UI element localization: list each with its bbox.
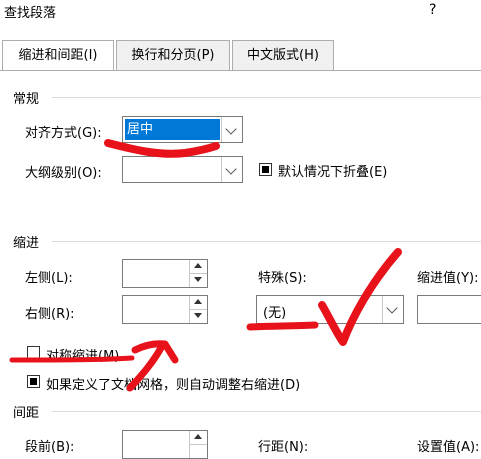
- special-indent-dropdown[interactable]: (无): [256, 295, 404, 324]
- spin-up-button[interactable]: [190, 296, 207, 310]
- chevron-down-icon: [225, 123, 237, 135]
- tab-indent-spacing[interactable]: 缩进和间距(I): [2, 40, 114, 71]
- indent-separator: [52, 241, 481, 242]
- general-separator: [52, 97, 481, 98]
- special-indent-value: (无): [263, 306, 287, 321]
- indent-value-input[interactable]: [417, 295, 481, 324]
- special-indent-dropdown-arrow[interactable]: [382, 296, 403, 323]
- grid-adjust-label: 如果定义了文档网格，则自动调整右缩进(D): [46, 378, 301, 393]
- general-heading: 常规: [13, 92, 40, 107]
- window-title: 查找段落: [4, 6, 57, 21]
- spin-down-button[interactable]: [190, 310, 207, 324]
- spacing-separator: [52, 411, 481, 412]
- arrow-up-icon: [194, 299, 202, 304]
- spacing-before-spin-buttons: [189, 431, 207, 458]
- right-indent-spin-buttons: [189, 296, 207, 323]
- outline-level-dropdown[interactable]: [122, 156, 243, 183]
- spin-down-button[interactable]: [190, 274, 207, 288]
- underline-mark-alignment: [104, 139, 220, 158]
- tab-asian-typography[interactable]: 中文版式(H): [232, 40, 334, 70]
- spacing-heading: 间距: [13, 406, 40, 421]
- mirror-indent-label: 对称缩进(M): [46, 349, 120, 364]
- outline-level-label: 大纲级别(O):: [25, 166, 102, 181]
- right-indent-spinner[interactable]: [122, 295, 208, 324]
- chevron-down-icon: [225, 163, 237, 175]
- indent-heading: 缩进: [13, 236, 40, 251]
- collapse-default-checkbox[interactable]: [259, 163, 272, 176]
- underline-mark-special: [246, 321, 319, 331]
- spin-up-button[interactable]: [190, 431, 207, 445]
- arrow-down-icon: [194, 276, 202, 282]
- tab-bar: 缩进和间距(I) 换行和分页(P) 中文版式(H): [0, 40, 481, 71]
- left-indent-spin-buttons: [189, 260, 207, 287]
- tab-line-page-breaks[interactable]: 换行和分页(P): [116, 40, 230, 70]
- outline-level-dropdown-arrow[interactable]: [221, 157, 242, 182]
- left-indent-label: 左侧(L):: [25, 271, 73, 286]
- special-indent-label: 特殊(S):: [258, 271, 307, 286]
- alignment-label: 对齐方式(G):: [25, 126, 102, 141]
- line-spacing-label: 行距(N):: [258, 440, 309, 455]
- indent-value-label: 缩进值(Y):: [417, 271, 479, 286]
- mirror-indent-checkbox[interactable]: [27, 346, 40, 359]
- alignment-value: 居中: [125, 119, 220, 140]
- left-indent-spinner[interactable]: [122, 259, 208, 288]
- arrow-up-icon: [194, 263, 202, 268]
- help-button[interactable]: ?: [429, 2, 436, 18]
- spacing-before-label: 段前(B):: [25, 440, 75, 455]
- tab-divider: [0, 70, 481, 71]
- grid-adjust-checkbox[interactable]: [27, 375, 40, 388]
- arrow-up-icon: [194, 434, 202, 439]
- spacing-before-spinner[interactable]: [122, 430, 208, 459]
- right-indent-label: 右侧(R):: [25, 307, 75, 322]
- arrow-down-icon: [194, 312, 202, 318]
- chevron-down-icon: [386, 302, 398, 314]
- alignment-dropdown-arrow[interactable]: [221, 117, 242, 142]
- spin-up-button[interactable]: [190, 260, 207, 274]
- collapse-default-label: 默认情况下折叠(E): [278, 165, 388, 180]
- alignment-dropdown[interactable]: 居中: [122, 116, 243, 143]
- spacing-at-label: 设置值(A):: [417, 440, 480, 455]
